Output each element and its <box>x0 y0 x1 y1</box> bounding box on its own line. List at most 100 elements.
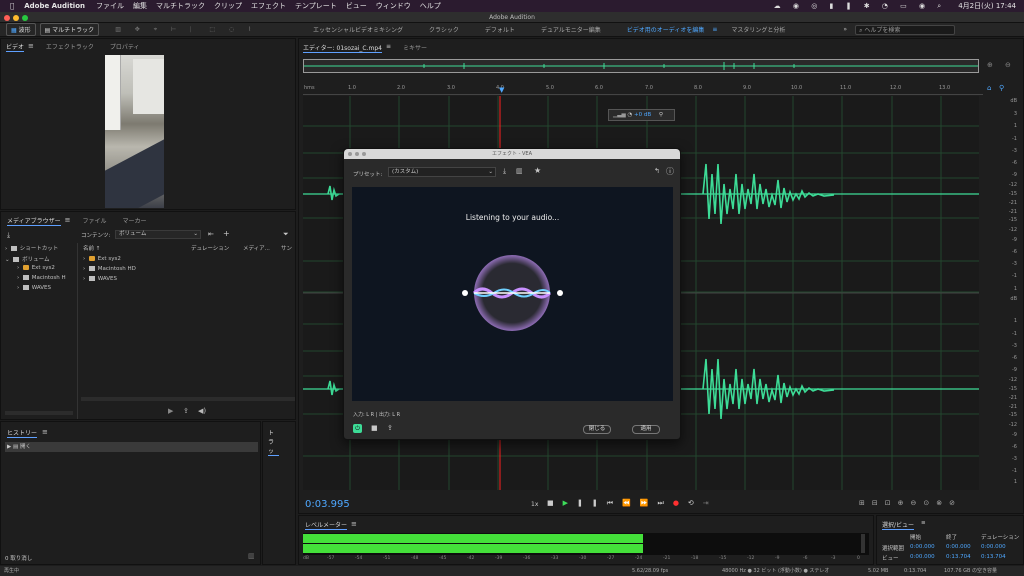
tab-video[interactable]: ビデオ <box>6 42 25 52</box>
loop-icon[interactable]: ⟲ <box>688 499 703 507</box>
view-end-value[interactable]: 0:13.704 <box>946 554 971 560</box>
menu-view[interactable]: ビュー <box>346 1 367 11</box>
preset-select[interactable]: (カスタム) ⌄ <box>388 167 496 177</box>
apply-button[interactable]: 適用 <box>632 425 660 434</box>
menu-template[interactable]: テンプレート <box>295 1 337 11</box>
column-media[interactable]: メディア... <box>243 244 270 252</box>
zoom-amplitude-out-icon[interactable]: ⊟ <box>872 499 885 507</box>
panel-menu-icon[interactable]: ≡ <box>42 428 48 436</box>
playback-speed[interactable]: 1x <box>531 501 538 508</box>
menu-file[interactable]: ファイル <box>96 1 124 11</box>
apple-icon[interactable]:  <box>10 2 14 10</box>
pin-icon[interactable]: ⚲ <box>999 84 1004 92</box>
workspace-mastering[interactable]: マスタリングと分析 <box>731 25 785 34</box>
app-menu[interactable]: Adobe Audition <box>24 2 85 10</box>
panel-menu-icon[interactable]: ≡ <box>65 216 71 226</box>
zoom-full-icon[interactable]: ⊙ <box>923 499 936 507</box>
export-icon[interactable]: ⇪ <box>183 407 189 415</box>
tree-item-ext[interactable]: › Ext sys2 <box>17 265 55 271</box>
fast-forward-icon[interactable]: ⏩ <box>640 499 658 507</box>
file-row-macintosh[interactable]: › Macintosh HD <box>83 266 136 272</box>
zoom-amplitude-in-icon[interactable]: ⊞ <box>859 499 872 507</box>
info-icon[interactable]: ⓘ <box>666 166 674 177</box>
zoom-out-icon[interactable]: ⊖ <box>1005 61 1011 69</box>
workspace-menu-icon[interactable]: ≡ <box>712 26 717 33</box>
file-list-scrollbar[interactable] <box>81 397 295 401</box>
zoom-window-button[interactable] <box>22 15 28 21</box>
stop-icon[interactable]: ■ <box>547 499 563 507</box>
tab-track[interactable]: トラッ <box>268 428 279 456</box>
play-icon[interactable]: ▶ <box>563 499 577 507</box>
close-button[interactable]: 閉じる <box>583 425 611 434</box>
workspace-classic[interactable]: クラシック <box>429 25 459 34</box>
column-sample[interactable]: サン <box>281 244 292 252</box>
multitrack-mode-button[interactable]: ▤ マルチトラック <box>39 23 100 36</box>
tree-item-volumes[interactable]: ⌄ ボリューム <box>5 255 49 263</box>
tab-properties[interactable]: プロパティ <box>110 42 140 52</box>
panel-menu-icon[interactable]: ≡ <box>921 520 926 526</box>
zoom-in-icon[interactable]: ⊕ <box>987 61 993 69</box>
menu-edit[interactable]: 編集 <box>133 1 147 11</box>
selection-duration-value[interactable]: 0:00.000 <box>981 544 1006 550</box>
contents-select[interactable]: ボリューム ⌄ <box>115 230 201 239</box>
status-icons[interactable]: ☁ ◉ ◎ ▮ ❚ ✱ ◔ ▭ ◉ ⌕ <box>774 2 947 11</box>
go-back-icon[interactable]: ⇤ <box>208 230 214 238</box>
trash-icon[interactable]: ▥ <box>248 552 255 560</box>
menu-effects[interactable]: エフェクト <box>251 1 286 11</box>
tree-item-waves[interactable]: › WAVES <box>17 285 51 291</box>
rewind-icon[interactable]: ⏪ <box>622 499 640 507</box>
time-ruler[interactable]: hms 1.0 2.0 3.0 4.0 5.0 6.0 7.0 8.0 9.0 … <box>303 83 983 95</box>
workspace-essential-video[interactable]: エッセンシャルビデオミキシング <box>313 25 403 34</box>
favorite-icon[interactable]: ★ <box>534 166 541 175</box>
menu-window[interactable]: ウィンドウ <box>376 1 411 11</box>
tab-level-meter[interactable]: レベルメーター <box>305 520 348 530</box>
volume-icon[interactable]: ◀) <box>198 407 206 415</box>
go-start-icon[interactable]: ⏮ <box>607 499 622 507</box>
power-toggle-icon[interactable]: ⏻ <box>353 424 362 433</box>
tree-item-macintosh[interactable]: › Macintosh H <box>17 275 66 281</box>
splitter[interactable] <box>77 243 78 419</box>
menu-multitrack[interactable]: マルチトラック <box>156 1 205 11</box>
menu-help[interactable]: ヘルプ <box>420 1 441 11</box>
timecode[interactable]: 0:03.995 <box>305 499 350 510</box>
history-item-open[interactable]: ▶ ▤ 開く <box>5 442 258 452</box>
tab-mixer[interactable]: ミキサー <box>403 43 427 53</box>
tab-history[interactable]: ヒストリー <box>7 428 38 438</box>
clock[interactable]: 4月2日(火) 17:44 <box>958 1 1016 11</box>
panel-menu-icon[interactable]: ≡ <box>28 42 34 52</box>
panel-menu-icon[interactable]: ≡ <box>386 43 391 53</box>
skip-icon[interactable]: ⇥ <box>703 499 718 507</box>
overview-strip[interactable] <box>303 59 979 73</box>
zoom-dialog-button[interactable] <box>362 152 366 156</box>
hud-toggle-icon[interactable]: ⌂ <box>987 84 991 92</box>
play-preview-icon[interactable]: ▶ <box>168 407 173 415</box>
waveform-mode-button[interactable]: ▦ 波形 <box>6 23 36 36</box>
minimize-dialog-button[interactable] <box>355 152 359 156</box>
delete-preset-icon[interactable]: ▥ <box>516 167 523 175</box>
more-workspaces-icon[interactable]: » <box>843 26 847 33</box>
column-name[interactable]: 名前 ↑ <box>83 244 100 252</box>
zoom-out-point-icon[interactable]: ⊘ <box>949 499 962 507</box>
close-dialog-button[interactable] <box>348 152 352 156</box>
search-field[interactable]: ⌕ ヘルプを検索 <box>855 24 956 35</box>
column-duration[interactable]: デュレーション <box>191 244 229 252</box>
panel-menu-icon[interactable]: ≡ <box>351 520 357 528</box>
playhead-handle-icon[interactable]: ▼ <box>499 86 504 94</box>
zoom-selection-icon[interactable]: ⊡ <box>885 499 898 507</box>
go-end-icon[interactable]: ⏭ <box>658 499 673 507</box>
zoom-out-time-icon[interactable]: ⊖ <box>911 499 924 507</box>
save-preset-icon[interactable]: ⤓ <box>503 167 506 176</box>
filter-icon[interactable]: ⏷ <box>283 230 289 239</box>
selection-start-value[interactable]: 0:00.000 <box>910 544 935 550</box>
tab-files[interactable]: ファイル <box>82 216 106 226</box>
tab-selection-view[interactable]: 選択/ビュー <box>882 520 915 530</box>
gain-hud[interactable]: ▁▃▅ ◔ +0 dB ⚲ <box>608 109 675 121</box>
tab-editor[interactable]: エディター: 01sozai_C.mp4 <box>303 43 383 53</box>
workspace-video-audio[interactable]: ビデオ用のオーディオを編集 <box>627 25 705 34</box>
file-row-waves[interactable]: › WAVES <box>83 276 117 282</box>
selection-end-value[interactable]: 0:00.000 <box>946 544 971 550</box>
import-icon[interactable]: ⤓ <box>7 231 10 240</box>
record-icon[interactable]: ● <box>673 499 688 507</box>
tool-icons[interactable]: ▥ ✥ ⌖ ⊢ ⎸ ⬚ ◌ ⌇ <box>115 26 257 34</box>
tab-media-browser[interactable]: メディアブラウザー <box>7 216 61 226</box>
